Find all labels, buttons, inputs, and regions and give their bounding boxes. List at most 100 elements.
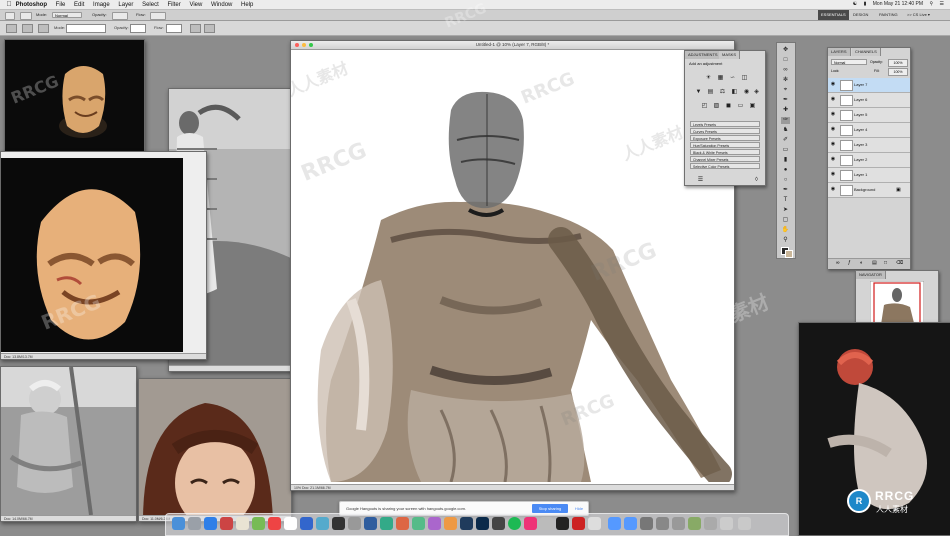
- airbrush-icon[interactable]: [190, 24, 201, 33]
- exposure-icon[interactable]: ◫: [741, 75, 748, 82]
- stop-sharing-button[interactable]: Stop sharing: [532, 504, 568, 513]
- zoom-tool-icon[interactable]: ⚲: [781, 237, 790, 244]
- eye-icon[interactable]: ◉: [830, 96, 836, 102]
- clock[interactable]: Mon May 21 12:40 PM: [873, 1, 923, 7]
- eye-icon[interactable]: ◉: [830, 156, 836, 162]
- shape-icon[interactable]: ▢: [781, 217, 790, 224]
- clone-stamp-icon[interactable]: ♞: [781, 127, 790, 134]
- notes-icon[interactable]: [428, 517, 441, 530]
- battery-icon[interactable]: ▮: [864, 1, 867, 7]
- brush-picker[interactable]: [22, 24, 33, 33]
- workspace-painting[interactable]: PAINTING: [876, 10, 901, 20]
- menu-view[interactable]: View: [189, 1, 202, 10]
- blend-mode-select[interactable]: Normal: [831, 59, 867, 65]
- brush-size-picker[interactable]: [20, 12, 32, 20]
- tablet-pressure-icon[interactable]: [204, 24, 215, 33]
- layer-row-1[interactable]: ◉ Layer 1: [828, 168, 910, 183]
- menu-layer[interactable]: Layer: [118, 1, 133, 10]
- mask-icon[interactable]: ◐: [860, 260, 863, 266]
- tab-masks[interactable]: MASKS: [719, 51, 741, 59]
- preset-black-white[interactable]: Black & White Presets: [690, 149, 760, 155]
- layer-row-background[interactable]: ◉ Background ▣: [828, 183, 910, 198]
- new-layer-icon[interactable]: □: [884, 260, 887, 266]
- eye-icon[interactable]: ◉: [830, 126, 836, 132]
- lasso-icon[interactable]: ∞: [781, 67, 790, 74]
- eye-icon[interactable]: ◉: [830, 81, 836, 87]
- quicktime-icon[interactable]: [540, 517, 553, 530]
- preset-channel-mixer[interactable]: Channel Mixer Presets: [690, 156, 760, 162]
- lightroom-icon[interactable]: [460, 517, 473, 530]
- gradient-icon[interactable]: ▮: [781, 157, 790, 164]
- firefox-icon[interactable]: [524, 517, 537, 530]
- trash-icon[interactable]: ⌫: [896, 260, 903, 266]
- safari-icon[interactable]: [204, 517, 217, 530]
- layer-row-4[interactable]: ◉ Layer 4: [828, 123, 910, 138]
- launchpad-icon[interactable]: [188, 517, 201, 530]
- menu-select[interactable]: Select: [142, 1, 159, 10]
- stack-2-icon[interactable]: [656, 517, 669, 530]
- mail-icon[interactable]: [316, 517, 329, 530]
- preset-hue-saturation[interactable]: Hue/Saturation Presets: [690, 142, 760, 148]
- marquee-icon[interactable]: □: [781, 57, 790, 64]
- quick-select-icon[interactable]: ✻: [781, 77, 790, 84]
- terminal-icon[interactable]: [332, 517, 345, 530]
- menu-file[interactable]: File: [56, 1, 66, 10]
- menu-edit[interactable]: Edit: [74, 1, 84, 10]
- acrobat-icon[interactable]: [572, 517, 585, 530]
- layer-row-5[interactable]: ◉ Layer 5: [828, 108, 910, 123]
- layer-opacity-field[interactable]: 100%: [888, 59, 908, 67]
- vibrance-icon[interactable]: ▼: [695, 89, 702, 96]
- trash-dock-icon[interactable]: [738, 517, 751, 530]
- illustrator-icon[interactable]: [444, 517, 457, 530]
- close-button[interactable]: [295, 43, 299, 47]
- brush-preset-icon[interactable]: [5, 12, 15, 20]
- background-color-swatch[interactable]: [785, 250, 793, 258]
- hand-icon[interactable]: ✋: [781, 227, 790, 234]
- app-store-icon[interactable]: [300, 517, 313, 530]
- brush-icon[interactable]: ✑: [781, 117, 790, 124]
- brush-tool-icon[interactable]: [6, 24, 17, 33]
- numbers-icon[interactable]: [412, 517, 425, 530]
- finder-icon[interactable]: [172, 517, 185, 530]
- apple-icon[interactable]: : [4, 0, 14, 9]
- opacity-field[interactable]: [112, 12, 128, 20]
- hide-button[interactable]: Hide: [572, 504, 586, 513]
- path-select-icon[interactable]: ➤: [781, 207, 790, 214]
- tool-flow-field[interactable]: [166, 24, 182, 33]
- ref-window-mask-large[interactable]: Doc: 13.8M/13.7M: [0, 151, 207, 360]
- type-icon[interactable]: T: [781, 197, 790, 204]
- tool-mode-field[interactable]: [66, 24, 106, 33]
- preset-levels[interactable]: Levels Presets: [690, 121, 760, 127]
- zoom-button[interactable]: [309, 43, 313, 47]
- spotlight-icon[interactable]: ⚲: [929, 1, 933, 7]
- photos-icon[interactable]: [252, 517, 265, 530]
- selective-color-icon[interactable]: ▣: [749, 103, 756, 110]
- document-title-bar[interactable]: Untitled-1 @ 10% (Layer 7, RGB/8) *: [291, 41, 734, 50]
- posterize-icon[interactable]: ▨: [713, 103, 720, 110]
- toggle-panel-icon[interactable]: [38, 24, 49, 33]
- curves-icon[interactable]: ∽: [729, 75, 736, 82]
- calendar-icon[interactable]: [236, 517, 249, 530]
- menu-filter[interactable]: Filter: [167, 1, 180, 10]
- photo-filter-icon[interactable]: ◉: [743, 89, 750, 96]
- hue-saturation-icon[interactable]: ▤: [707, 89, 714, 96]
- ref-window-boy[interactable]: Doc: 14.0M/66.7M: [0, 366, 137, 522]
- powerpoint-icon[interactable]: [396, 517, 409, 530]
- tab-channels[interactable]: CHANNELS: [852, 48, 881, 56]
- preset-selective-color[interactable]: Selective Color Presets: [690, 163, 760, 169]
- textedit-icon[interactable]: [588, 517, 601, 530]
- document-window[interactable]: Untitled-1 @ 10% (Layer 7, RGB/8) * 10% …: [290, 40, 735, 491]
- itunes-icon[interactable]: [220, 517, 233, 530]
- menu-window[interactable]: Window: [211, 1, 232, 10]
- black-white-icon[interactable]: ◧: [731, 89, 738, 96]
- spotify-icon[interactable]: [508, 517, 521, 530]
- tool-opacity-field[interactable]: [130, 24, 146, 33]
- panel-menu-icon[interactable]: ☰: [697, 177, 704, 184]
- stack-icon[interactable]: [640, 517, 653, 530]
- ref-window-woman-color[interactable]: Doc: 11.0M/6.24M: [138, 378, 292, 522]
- threshold-icon[interactable]: ◼: [725, 103, 732, 110]
- preview-icon[interactable]: [284, 517, 297, 530]
- menu-app-name[interactable]: Photoshop: [16, 1, 47, 10]
- preset-exposure[interactable]: Exposure Presets: [690, 135, 760, 141]
- eyedropper-icon[interactable]: ✒: [781, 97, 790, 104]
